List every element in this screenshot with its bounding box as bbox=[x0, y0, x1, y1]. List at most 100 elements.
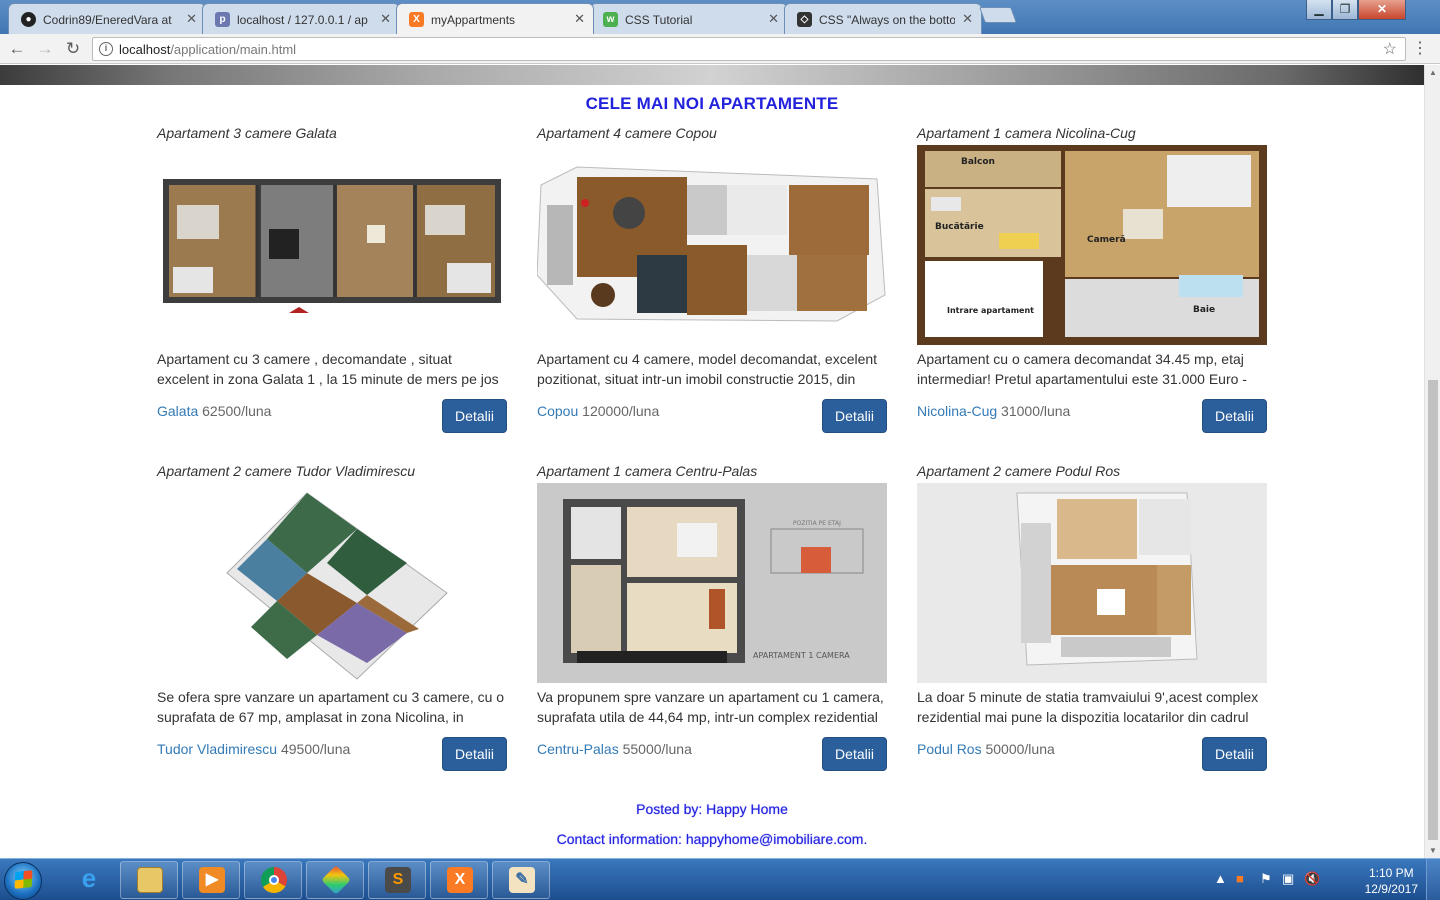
taskbar-clock[interactable]: 1:10 PM 12/9/2017 bbox=[1365, 865, 1418, 897]
clock-time: 1:10 PM bbox=[1368, 866, 1414, 880]
page-viewport: CELE MAI NOI APARTAMENTE Apartament 3 ca… bbox=[0, 65, 1424, 858]
github-icon: ● bbox=[21, 12, 36, 27]
close-tab-icon[interactable]: ✕ bbox=[186, 11, 197, 27]
taskbar-xampp[interactable]: X bbox=[430, 861, 488, 899]
listing-image-floorplan bbox=[917, 483, 1267, 683]
listing-description: Apartament cu o camera decomandat 34.45 … bbox=[917, 351, 1247, 387]
listing-location[interactable]: Podul Ros bbox=[917, 741, 982, 757]
contact-suffix: . bbox=[863, 831, 868, 847]
tab-css-tutorial[interactable]: w CSS Tutorial ✕ bbox=[590, 3, 788, 34]
posted-by: Posted by: Happy Home bbox=[636, 801, 788, 817]
show-hidden-icons-icon[interactable]: ▲ bbox=[1214, 871, 1227, 886]
browser-tab-strip: ● Codrin89/EneredVara at ✕ p localhost /… bbox=[0, 0, 1440, 34]
paint-icon: ✎ bbox=[509, 867, 535, 893]
listing-location[interactable]: Copou bbox=[537, 403, 578, 419]
address-bar[interactable]: i localhost/application/main.html ☆ bbox=[92, 37, 1406, 61]
tab-codepen[interactable]: ◇ CSS "Always on the botto ✕ bbox=[784, 3, 982, 34]
listing-footer: Tudor Vladimirescu 49500/luna bbox=[157, 741, 350, 757]
bookmark-star-icon[interactable]: ☆ bbox=[1383, 39, 1397, 59]
listing-location[interactable]: Nicolina-Cug bbox=[917, 403, 997, 419]
close-tab-icon[interactable]: ✕ bbox=[574, 11, 585, 27]
file-explorer-icon bbox=[137, 867, 163, 893]
codepen-icon: ◇ bbox=[797, 12, 812, 27]
back-button[interactable]: ← bbox=[6, 38, 28, 60]
scroll-up-arrow-icon[interactable]: ▲ bbox=[1428, 68, 1438, 77]
browser-toolbar: ← → ↻ i localhost/application/main.html … bbox=[0, 34, 1440, 64]
listing-description: Apartament cu 3 camere , decomandate , s… bbox=[157, 351, 499, 387]
xampp-icon: X bbox=[447, 867, 473, 893]
tab-title: localhost / 127.0.0.1 / ap bbox=[237, 13, 368, 27]
listing-price: 55000/luna bbox=[622, 741, 692, 757]
start-button[interactable] bbox=[4, 862, 42, 900]
close-tab-icon[interactable]: ✕ bbox=[962, 11, 973, 27]
taskbar-internet-explorer[interactable]: e bbox=[60, 861, 118, 899]
listing-image-floorplan bbox=[537, 145, 887, 345]
listing-location[interactable]: Tudor Vladimirescu bbox=[157, 741, 277, 757]
tab-title: myAppartments bbox=[431, 13, 516, 27]
listing-card: Apartament 4 camere Copou Apartament cu … bbox=[537, 125, 887, 433]
listing-location[interactable]: Galata bbox=[157, 403, 198, 419]
chrome-menu-icon[interactable]: ⋮ bbox=[1412, 38, 1428, 58]
listing-card: Apartament 2 camere Podul Ros La doar 5 … bbox=[917, 463, 1267, 771]
listing-title: Apartament 1 camera Nicolina-Cug bbox=[917, 125, 1136, 141]
contact-label: Contact information: bbox=[556, 831, 686, 847]
listing-title: Apartament 2 camere Podul Ros bbox=[917, 463, 1121, 479]
internet-explorer-icon: e bbox=[81, 863, 97, 893]
details-button[interactable]: Detalii bbox=[442, 399, 507, 433]
listing-image-floorplan bbox=[157, 483, 507, 683]
listing-price: 120000/luna bbox=[582, 403, 660, 419]
taskbar-paint[interactable]: ✎ bbox=[492, 861, 550, 899]
close-tab-icon[interactable]: ✕ bbox=[380, 11, 391, 27]
listing-title: Apartament 1 camera Centru-Palas bbox=[537, 463, 758, 479]
tab-myappartments[interactable]: X myAppartments ✕ bbox=[396, 3, 594, 34]
minimize-button[interactable]: ▁ bbox=[1306, 0, 1332, 20]
contact-email-link[interactable]: happyhome@imobiliare.com bbox=[686, 831, 864, 847]
taskbar-file-explorer[interactable] bbox=[120, 861, 178, 899]
forward-button[interactable]: → bbox=[34, 38, 56, 60]
close-tab-icon[interactable]: ✕ bbox=[768, 11, 779, 27]
app-icon bbox=[321, 865, 351, 895]
details-button[interactable]: Detalii bbox=[1202, 737, 1267, 771]
scroll-down-arrow-icon[interactable]: ▼ bbox=[1428, 846, 1438, 855]
page-scrollbar[interactable]: ▲ ▼ bbox=[1424, 65, 1440, 858]
details-button[interactable]: Detalii bbox=[822, 737, 887, 771]
media-player-icon: ▶ bbox=[199, 867, 225, 893]
details-button[interactable]: Detalii bbox=[822, 399, 887, 433]
windows-taskbar: e ▶ S X ✎ ▲ ■ ⚑ ▣ 🔇 1:10 PM 12/9/2017 bbox=[0, 858, 1440, 900]
listing-location[interactable]: Centru-Palas bbox=[537, 741, 619, 757]
listing-title: Apartament 3 camere Galata bbox=[157, 125, 337, 141]
action-center-flag-icon[interactable]: ⚑ bbox=[1260, 871, 1272, 887]
hero-image bbox=[0, 65, 1424, 85]
new-tab-button[interactable] bbox=[979, 7, 1017, 23]
url-text: localhost/application/main.html bbox=[119, 42, 296, 57]
listing-description: Apartament cu 4 camere, model decomandat… bbox=[537, 351, 878, 387]
listing-description: Va propunem spre vanzare un apartament c… bbox=[537, 689, 884, 725]
details-button[interactable]: Detalii bbox=[442, 737, 507, 771]
scrollbar-thumb[interactable] bbox=[1428, 380, 1438, 840]
plan-label-kitchen: Bucătărie bbox=[935, 222, 984, 232]
details-button[interactable]: Detalii bbox=[1202, 399, 1267, 433]
listing-footer: Copou 120000/luna bbox=[537, 403, 659, 419]
listing-card: Apartament 2 camere Tudor Vladimirescu S… bbox=[157, 463, 507, 771]
volume-muted-icon[interactable]: 🔇 bbox=[1304, 871, 1320, 887]
maximize-button[interactable]: ❐ bbox=[1332, 0, 1358, 20]
taskbar-media-player[interactable]: ▶ bbox=[182, 861, 240, 899]
xampp-icon: X bbox=[409, 12, 424, 27]
tab-github[interactable]: ● Codrin89/EneredVara at ✕ bbox=[8, 3, 206, 34]
show-desktop-button[interactable] bbox=[1426, 859, 1440, 900]
taskbar-sublime-text[interactable]: S bbox=[368, 861, 426, 899]
reload-button[interactable]: ↻ bbox=[62, 38, 84, 60]
taskbar-app[interactable] bbox=[306, 861, 364, 899]
plan-label-entrance: Intrare apartament bbox=[947, 306, 1034, 315]
xampp-tray-icon[interactable]: ■ bbox=[1236, 871, 1244, 886]
tab-title: Codrin89/EneredVara at bbox=[43, 13, 172, 27]
close-window-button[interactable]: ✕ bbox=[1358, 0, 1406, 20]
taskbar-chrome[interactable] bbox=[244, 861, 302, 899]
network-icon[interactable]: ▣ bbox=[1282, 871, 1294, 887]
listing-price: 49500/luna bbox=[280, 741, 351, 757]
listing-description: La doar 5 minute de statia tramvaiului 9… bbox=[917, 689, 1259, 725]
info-icon[interactable]: i bbox=[99, 42, 113, 56]
tab-phpmyadmin[interactable]: p localhost / 127.0.0.1 / ap ✕ bbox=[202, 3, 400, 34]
plan-label-balcony: Balcon bbox=[961, 157, 995, 167]
plan-label-position: POZITIA PE ETAJ bbox=[793, 520, 841, 527]
